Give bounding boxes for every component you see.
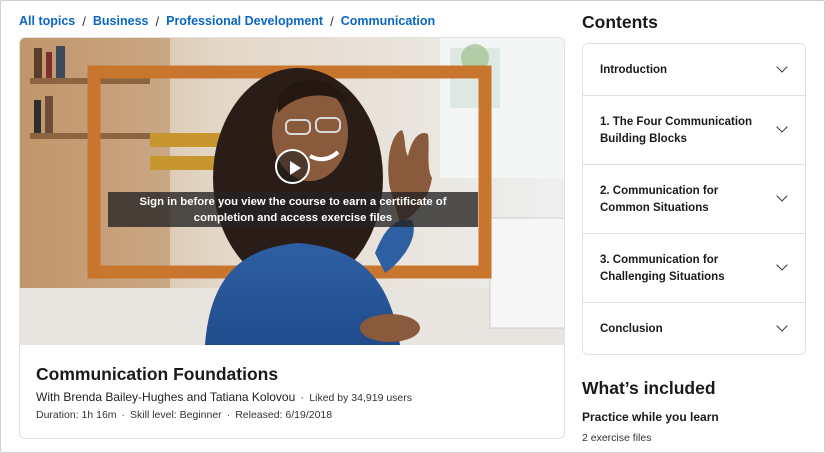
exercise-files-count: 2 exercise files [582,432,652,444]
meta-separator: · [300,390,305,404]
duration: Duration: 1h 16m [36,409,117,421]
section-label: 2. Communication for Common Situations [600,185,719,214]
whats-included-heading: What’s included [582,378,716,398]
release-date: Released: 6/19/2018 [235,409,333,421]
breadcrumb: All topics / Business / Professional Dev… [19,13,435,29]
course-meta: Duration: 1h 16m · Skill level: Beginner · R… [36,409,332,421]
breadcrumb-professional-development[interactable]: Professional Development [166,14,323,28]
likes-count: Liked by 34,919 users [309,392,413,404]
section-2[interactable]: 2. Communication for Common Situations [583,165,805,234]
course-title: Communication Foundations [36,364,279,384]
chevron-down-icon [776,190,788,202]
course-video-player[interactable]: Sign in before you view the course to ea… [20,38,564,345]
play-icon [290,161,301,175]
course-card: Sign in before you view the course to ea… [19,37,565,439]
meta-separator: · [226,409,231,421]
breadcrumb-communication[interactable]: Communication [341,14,435,28]
section-1[interactable]: 1. The Four Communication Building Block… [583,96,805,165]
breadcrumb-separator: / [155,13,160,29]
practice-title: Practice while you learn [582,410,719,424]
breadcrumb-separator: / [82,13,86,29]
section-3[interactable]: 3. Communication for Challenging Situati… [583,234,805,303]
breadcrumb-all-topics[interactable]: All topics [19,14,75,28]
course-info: Communication Foundations With Brenda Ba… [20,345,564,438]
meta-separator: · [121,409,126,421]
contents-list: Introduction 1. The Four Communication B… [582,43,806,355]
contents-heading: Contents [582,12,658,32]
chevron-down-icon [776,320,788,332]
section-label: Conclusion [600,323,663,335]
section-label: 3. Communication for Challenging Situati… [600,254,725,283]
skill-level: Skill level: Beginner [130,409,222,421]
breadcrumb-business[interactable]: Business [93,14,149,28]
instructors: With Brenda Bailey-Hughes and Tatiana Ko… [36,390,296,404]
section-conclusion[interactable]: Conclusion [583,303,805,354]
sign-in-overlay-text: Sign in before you view the course to ea… [108,192,478,227]
chevron-down-icon [776,121,788,133]
section-label: Introduction [600,64,668,76]
breadcrumb-separator: / [330,13,334,29]
chevron-down-icon [776,61,788,73]
course-byline: With Brenda Bailey-Hughes and Tatiana Ko… [36,390,412,404]
play-button[interactable] [275,149,310,184]
section-label: 1. The Four Communication Building Block… [600,116,753,145]
chevron-down-icon [776,259,788,271]
section-introduction[interactable]: Introduction [583,44,805,96]
